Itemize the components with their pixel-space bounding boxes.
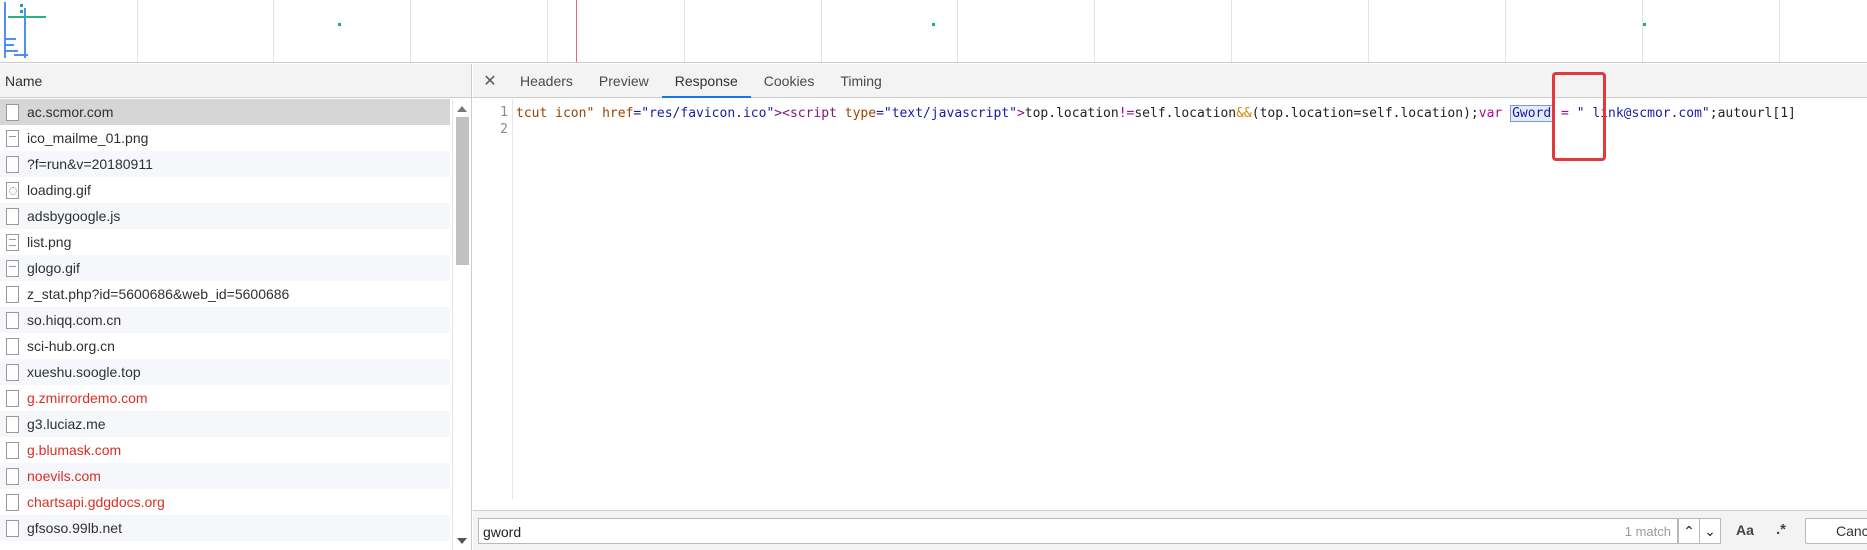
file-icon — [6, 155, 19, 173]
previous-match-button[interactable]: ⌃ — [1678, 518, 1700, 544]
request-row[interactable]: gfsoso.99lb.net — [0, 515, 450, 541]
request-row[interactable]: z_stat.php?id=5600686&web_id=5600686 — [0, 281, 450, 307]
request-row[interactable]: ?f=run&v=20180911 — [0, 151, 450, 177]
request-row[interactable]: xueshu.soogle.top — [0, 359, 450, 385]
close-icon[interactable]: ✕ — [473, 64, 507, 97]
file-icon — [6, 415, 19, 433]
request-row[interactable]: adsbygoogle.js — [0, 203, 450, 229]
next-match-button[interactable]: ⌄ — [1699, 518, 1721, 544]
request-row[interactable]: ac.scmor.com — [0, 99, 450, 125]
chevron-down-icon: ⌄ — [1704, 522, 1716, 539]
request-row[interactable]: so.hiqq.com.cn — [0, 307, 450, 333]
request-row[interactable]: g.blumask.com — [0, 437, 450, 463]
file-icon — [6, 519, 19, 537]
gif-file-icon — [6, 181, 19, 199]
request-row[interactable]: loading.gif — [0, 177, 450, 203]
detail-tabbar: ✕ Headers Preview Response Cookies Timin… — [473, 64, 1867, 98]
tab-preview[interactable]: Preview — [586, 64, 662, 97]
tab-timing[interactable]: Timing — [827, 64, 895, 97]
file-icon — [6, 441, 19, 459]
request-row[interactable]: list.png — [0, 229, 450, 255]
response-code[interactable]: tcut icon" href="res/favicon.ico"><scrip… — [514, 99, 1867, 499]
request-row[interactable]: chartsapi.gdgdocs.org — [0, 489, 450, 515]
file-icon — [6, 363, 19, 381]
name-column-header[interactable]: Name — [0, 64, 471, 98]
file-icon — [6, 103, 19, 121]
code-line: tcut icon" href="res/favicon.ico"><scrip… — [516, 105, 1796, 122]
scroll-thumb[interactable] — [456, 117, 469, 265]
file-icon — [6, 467, 19, 485]
search-input[interactable] — [483, 522, 1483, 542]
search-match-highlight: Gword — [1510, 105, 1554, 122]
search-field[interactable]: 1 match — [478, 518, 1678, 544]
file-icon — [6, 337, 19, 355]
request-row[interactable]: g3.luciaz.me — [0, 411, 450, 437]
chevron-up-icon: ⌃ — [1683, 522, 1695, 539]
request-detail-panel: ✕ Headers Preview Response Cookies Timin… — [473, 64, 1867, 550]
regex-button[interactable]: .* — [1776, 521, 1786, 538]
tab-headers[interactable]: Headers — [507, 64, 586, 97]
image-file-icon — [6, 259, 19, 277]
file-icon — [6, 493, 19, 511]
file-icon — [6, 285, 19, 303]
request-row[interactable]: g.zmirrordemo.com — [0, 385, 450, 411]
line-number-gutter: 1 2 — [473, 99, 513, 499]
load-event-line — [576, 0, 577, 62]
file-icon — [6, 207, 19, 225]
match-count: 1 match — [1624, 524, 1671, 539]
request-row[interactable]: sci-hub.org.cn — [0, 333, 450, 359]
line-number: 1 — [500, 105, 508, 120]
scroll-down-arrow-icon[interactable] — [457, 538, 467, 544]
request-list-panel: Name ac.scmor.com ico_mailme_01.png ?f=r… — [0, 64, 472, 550]
image-file-icon — [6, 129, 19, 147]
file-icon — [6, 389, 19, 407]
network-overview[interactable] — [0, 0, 1867, 63]
match-case-button[interactable]: Aa — [1736, 522, 1754, 538]
cancel-button[interactable]: Cancel — [1805, 518, 1867, 544]
request-row[interactable]: noevils.com — [0, 463, 450, 489]
document-file-icon — [6, 233, 19, 251]
response-editor[interactable]: 1 2 tcut icon" href="res/favicon.ico"><s… — [473, 99, 1867, 538]
request-list-scrollbar[interactable] — [452, 99, 471, 550]
search-bar: 1 match ⌃ ⌄ Aa .* Cancel — [473, 510, 1867, 550]
tab-response[interactable]: Response — [661, 64, 751, 98]
scroll-up-arrow-icon[interactable] — [457, 106, 467, 112]
tab-cookies[interactable]: Cookies — [751, 64, 828, 97]
file-icon — [6, 311, 19, 329]
line-number: 2 — [500, 122, 508, 137]
request-row[interactable]: ico_mailme_01.png — [0, 125, 450, 151]
request-row[interactable]: glogo.gif — [0, 255, 450, 281]
request-rows: ac.scmor.com ico_mailme_01.png ?f=run&v=… — [0, 99, 450, 541]
